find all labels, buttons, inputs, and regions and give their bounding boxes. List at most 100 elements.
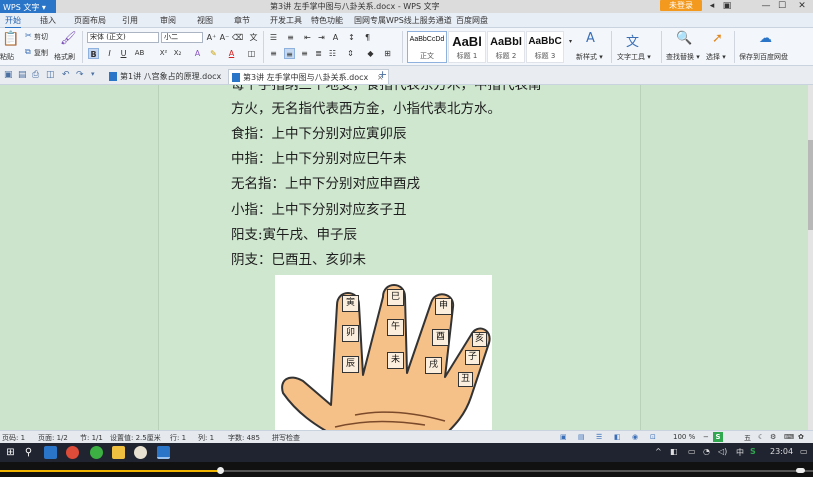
subscript-icon[interactable]: X₂ bbox=[172, 48, 183, 59]
status-spell-check[interactable]: 拼写检查 bbox=[272, 433, 300, 443]
redo-icon[interactable]: ↷ bbox=[76, 70, 84, 80]
new-tab-icon[interactable]: + bbox=[378, 68, 387, 81]
tab-features[interactable]: 特色功能 bbox=[311, 15, 343, 26]
zoom-level[interactable]: 100 % bbox=[673, 433, 695, 441]
text-effect-icon[interactable]: A bbox=[192, 48, 203, 59]
grow-font-icon[interactable]: A⁺ bbox=[206, 32, 217, 43]
player-seek-knob[interactable] bbox=[217, 467, 224, 474]
file-explorer-icon[interactable] bbox=[112, 446, 125, 459]
tab-developer[interactable]: 开发工具 bbox=[270, 15, 302, 26]
ime-mode[interactable]: 五 bbox=[744, 433, 751, 443]
justify-icon[interactable]: ≣ bbox=[313, 48, 324, 59]
minimize-button[interactable]: — bbox=[760, 0, 772, 12]
doc-tab-lesson1[interactable]: 第1讲 八宫象占的原理.docx bbox=[106, 69, 225, 84]
tab-online-service[interactable]: 国网专属WPS线上服务通道 bbox=[354, 15, 452, 26]
document-page[interactable]: 每个手指纳三个地支，食指代表东方木，中指代表南 方火，无名指代表西方金，小指代表… bbox=[158, 85, 641, 430]
find-replace-button[interactable]: 查找替换 ▾ bbox=[666, 52, 700, 62]
superscript-icon[interactable]: X² bbox=[158, 48, 169, 59]
volume-knob[interactable] bbox=[796, 468, 805, 473]
network-icon[interactable]: ◔ bbox=[703, 447, 710, 456]
volume-icon[interactable]: ◁) bbox=[718, 447, 727, 456]
read-mode-icon[interactable]: ▣ bbox=[560, 433, 567, 441]
notifications-icon[interactable]: ▭ bbox=[800, 447, 808, 456]
windows-start-icon[interactable]: ⊞ bbox=[4, 446, 17, 459]
chinese-layout-icon[interactable]: A bbox=[330, 32, 341, 43]
tab-page-layout[interactable]: 页面布局 bbox=[74, 15, 106, 26]
input-language[interactable]: 中 bbox=[736, 447, 744, 458]
line-spacing-icon[interactable]: ⇕ bbox=[345, 48, 356, 59]
underline-icon[interactable]: U bbox=[118, 48, 129, 59]
zoom-fit-icon[interactable]: ⊡ bbox=[650, 433, 656, 441]
search-icon[interactable]: ⚲ bbox=[22, 446, 35, 459]
distributed-icon[interactable]: ☷ bbox=[327, 48, 338, 59]
status-page-number[interactable]: 页码: 1 bbox=[2, 433, 25, 443]
doc-tab-lesson3[interactable]: 第3讲 左手掌中图与八卦关系.docx × bbox=[228, 69, 389, 84]
tab-home[interactable]: 开始 bbox=[5, 15, 21, 29]
close-button[interactable]: ✕ bbox=[796, 0, 808, 12]
web-view-icon[interactable]: ◧ bbox=[614, 433, 621, 441]
copy-button[interactable]: 复制 bbox=[34, 48, 48, 58]
ime-settings-icon[interactable]: ⚙ bbox=[770, 433, 776, 441]
clock[interactable]: 23:04 bbox=[770, 447, 793, 456]
window-mode-icon[interactable]: ▣ bbox=[721, 0, 733, 12]
browser-360-icon[interactable] bbox=[90, 446, 103, 459]
align-right-icon[interactable]: ≡ bbox=[299, 48, 310, 59]
open-icon[interactable]: ▤ bbox=[18, 70, 27, 80]
baidu-netdisk-icon[interactable]: ☁ bbox=[759, 31, 772, 46]
bold-icon[interactable]: B bbox=[88, 48, 99, 59]
save-to-baidu-button[interactable]: 保存到百度网盘 bbox=[739, 52, 788, 62]
format-painter-label[interactable]: 格式刷 bbox=[54, 52, 75, 62]
clear-format-icon[interactable]: ⌫ bbox=[232, 32, 243, 43]
new-style-button[interactable]: 新样式 ▾ bbox=[576, 52, 603, 62]
page-view-icon[interactable]: ▤ bbox=[578, 433, 585, 441]
strikethrough-icon[interactable]: AB bbox=[134, 48, 145, 59]
skin-icon[interactable]: ✿ bbox=[798, 433, 804, 441]
style-heading-1[interactable]: AaBl 标题 1 bbox=[448, 31, 486, 63]
status-section[interactable]: 节: 1/1 bbox=[80, 433, 103, 443]
scrollbar-thumb[interactable] bbox=[808, 140, 813, 230]
style-normal[interactable]: AaBbCcDd 正文 bbox=[407, 31, 447, 63]
show-marks-icon[interactable]: ¶ bbox=[362, 32, 373, 43]
ime-badge-icon[interactable]: S bbox=[713, 432, 723, 442]
new-style-icon[interactable]: A bbox=[586, 31, 595, 46]
cut-button[interactable]: 剪切 bbox=[34, 32, 48, 42]
sort-icon[interactable]: ↕ bbox=[346, 32, 357, 43]
increase-indent-icon[interactable]: ⇥ bbox=[316, 32, 327, 43]
format-painter-icon[interactable]: 🖌 bbox=[60, 31, 77, 46]
font-color-icon[interactable]: A bbox=[226, 48, 237, 59]
print-icon[interactable]: ⎙ bbox=[32, 70, 39, 80]
text-tools-button[interactable]: 文字工具 ▾ bbox=[617, 52, 651, 62]
document-workspace[interactable]: 每个手指纳三个地支，食指代表东方木，中指代表南 方火，无名指代表西方金，小指代表… bbox=[0, 85, 808, 430]
save-icon[interactable]: ▣ bbox=[4, 70, 13, 80]
quick-access-menu-icon[interactable]: ▾ bbox=[91, 70, 95, 78]
paste-icon[interactable]: 📋 bbox=[2, 31, 19, 47]
eye-protect-icon[interactable]: ◉ bbox=[632, 433, 638, 441]
undo-icon[interactable]: ↶ bbox=[62, 70, 70, 80]
avatar-app-icon[interactable] bbox=[134, 446, 147, 459]
select-button[interactable]: 选择 ▾ bbox=[706, 52, 726, 62]
tab-view[interactable]: 视图 bbox=[197, 15, 213, 26]
left-hand-diagram[interactable]: 寅 卯 辰 巳 午 未 申 酉 戌 亥 子 丑 bbox=[275, 275, 492, 430]
tab-review[interactable]: 审阅 bbox=[160, 15, 176, 26]
battery-icon[interactable]: ▭ bbox=[688, 447, 696, 456]
vertical-scrollbar[interactable] bbox=[808, 85, 813, 430]
wps-writer-icon[interactable] bbox=[157, 446, 170, 459]
decrease-indent-icon[interactable]: ⇤ bbox=[302, 32, 313, 43]
chrome-icon[interactable] bbox=[66, 446, 79, 459]
status-setting[interactable]: 设置值: 2.5厘米 bbox=[110, 433, 161, 443]
login-button[interactable]: 未登录 bbox=[660, 0, 702, 11]
font-name-select[interactable]: 宋体 (正文) bbox=[87, 32, 159, 43]
outline-view-icon[interactable]: ☰ bbox=[596, 433, 602, 441]
tab-insert[interactable]: 插入 bbox=[40, 15, 56, 26]
shrink-font-icon[interactable]: A⁻ bbox=[219, 32, 230, 43]
shading-icon[interactable]: ◆ bbox=[365, 48, 376, 59]
text-tools-icon[interactable]: 文 bbox=[626, 31, 639, 50]
phonetic-icon[interactable]: 文 bbox=[248, 32, 259, 43]
skin-icon[interactable]: ◂ bbox=[706, 0, 718, 12]
keyboard-icon[interactable]: ⌨ bbox=[784, 433, 794, 441]
edge-icon[interactable] bbox=[44, 446, 57, 459]
status-word-count[interactable]: 字数: 485 bbox=[228, 433, 260, 443]
tray-app-icon[interactable]: ◧ bbox=[670, 447, 678, 456]
bullet-list-icon[interactable]: ☰ bbox=[268, 32, 279, 43]
maximize-button[interactable]: ☐ bbox=[776, 0, 788, 12]
